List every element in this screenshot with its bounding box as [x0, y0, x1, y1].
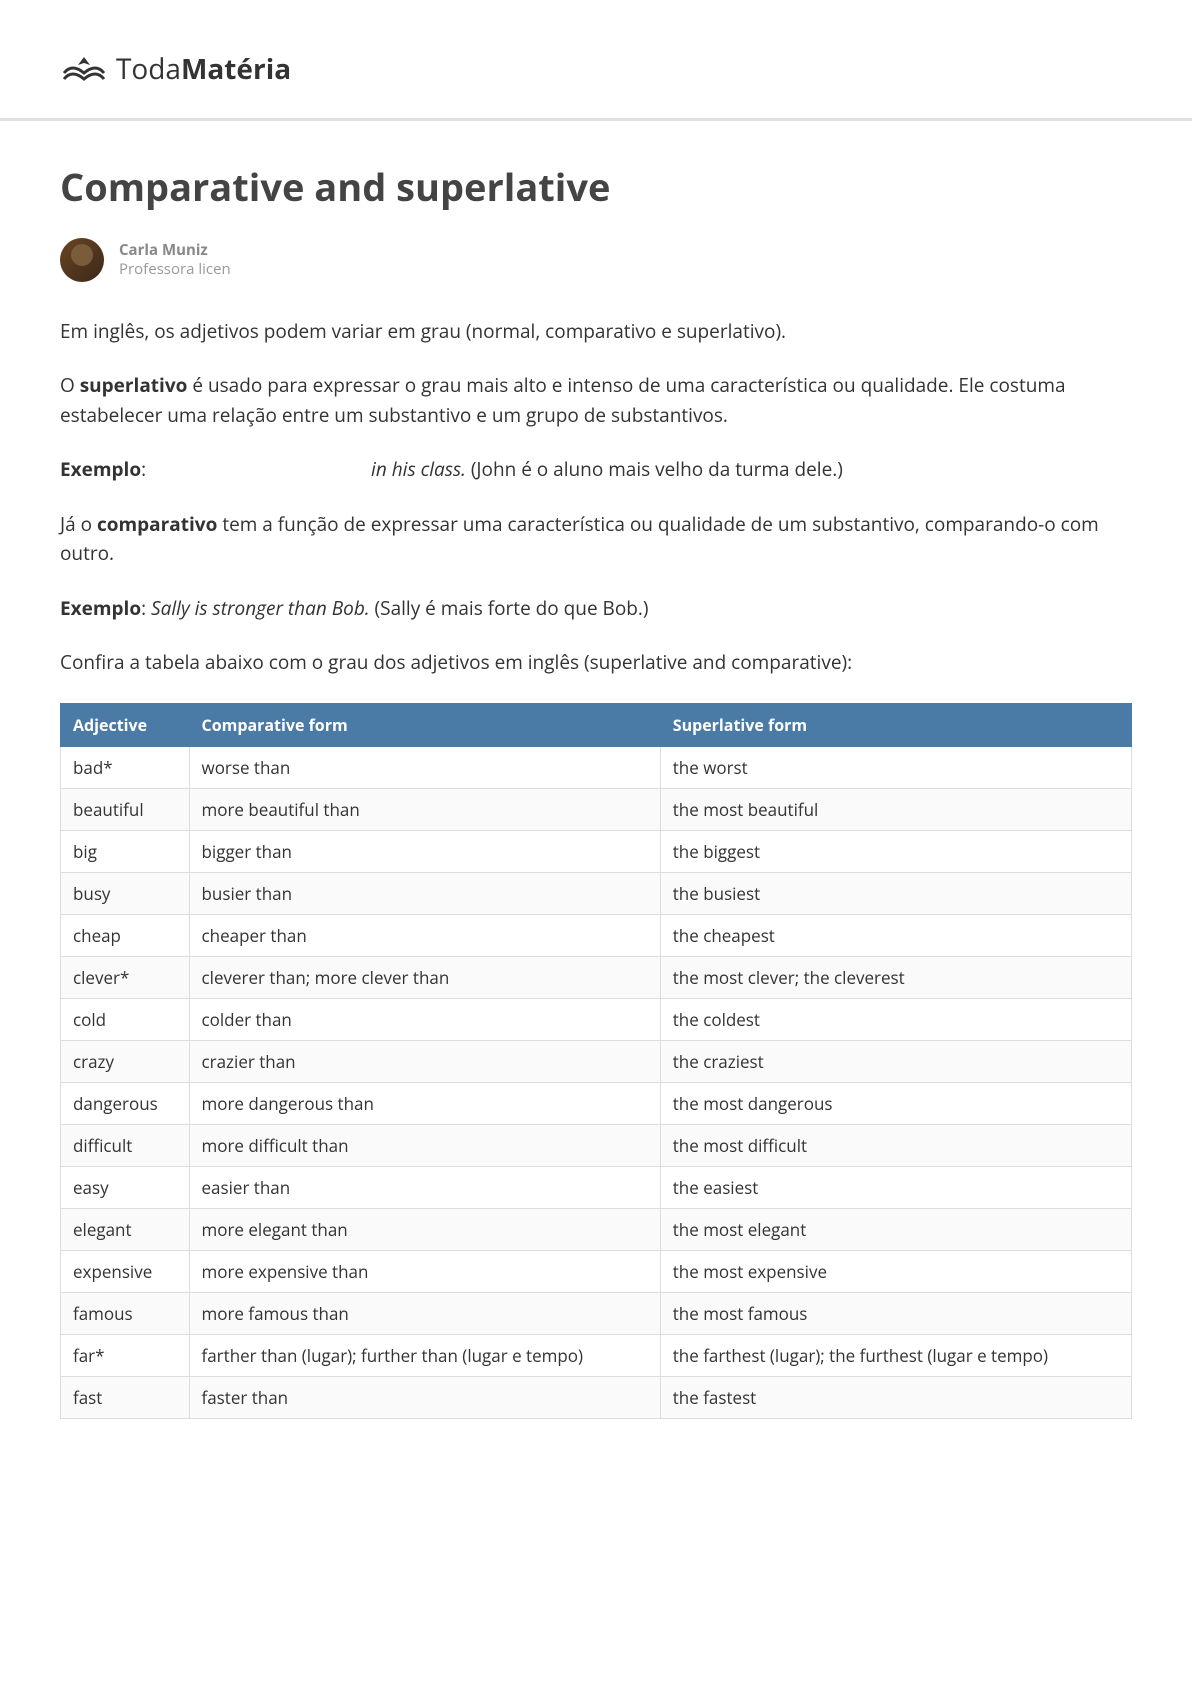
paragraph-example-2: Exemplo: Sally is stronger than Bob. (Sa…	[60, 594, 1132, 623]
cell-adj: cheap	[61, 914, 190, 956]
cell-comp: crazier than	[189, 1040, 660, 1082]
author-block: Carla Muniz Professora licen	[60, 238, 1132, 282]
table-row: far*farther than (lugar); further than (…	[61, 1334, 1132, 1376]
cell-sup: the most expensive	[660, 1250, 1131, 1292]
cell-comp: busier than	[189, 872, 660, 914]
cell-sup: the most famous	[660, 1292, 1131, 1334]
paragraph-superlative: O superlativo é usado para expressar o g…	[60, 371, 1132, 430]
cell-comp: more expensive than	[189, 1250, 660, 1292]
paragraph-intro: Em inglês, os adjetivos podem variar em …	[60, 317, 1132, 346]
cell-sup: the most elegant	[660, 1208, 1131, 1250]
table-row: fastfaster thanthe fastest	[61, 1376, 1132, 1418]
cell-sup: the fastest	[660, 1376, 1131, 1418]
table-row: easyeasier thanthe easiest	[61, 1166, 1132, 1208]
cell-adj: far*	[61, 1334, 190, 1376]
cell-sup: the easiest	[660, 1166, 1131, 1208]
cell-sup: the cheapest	[660, 914, 1131, 956]
table-row: crazycrazier thanthe craziest	[61, 1040, 1132, 1082]
article-content: Comparative and superlative Carla Muniz …	[0, 121, 1192, 1459]
cell-sup: the coldest	[660, 998, 1131, 1040]
avatar[interactable]	[60, 238, 104, 282]
site-header: TodaMatéria	[0, 0, 1192, 121]
cell-sup: the farthest (lugar); the furthest (luga…	[660, 1334, 1131, 1376]
cell-adj: busy	[61, 872, 190, 914]
table-row: elegantmore elegant thanthe most elegant	[61, 1208, 1132, 1250]
table-row: beautifulmore beautiful thanthe most bea…	[61, 788, 1132, 830]
cell-comp: worse than	[189, 746, 660, 788]
cell-comp: cheaper than	[189, 914, 660, 956]
cell-sup: the most dangerous	[660, 1082, 1131, 1124]
table-row: famousmore famous thanthe most famous	[61, 1292, 1132, 1334]
table-row: bad*worse thanthe worst	[61, 746, 1132, 788]
cell-adj: easy	[61, 1166, 190, 1208]
cell-comp: faster than	[189, 1376, 660, 1418]
table-row: expensivemore expensive thanthe most exp…	[61, 1250, 1132, 1292]
cell-adj: bad*	[61, 746, 190, 788]
cell-adj: expensive	[61, 1250, 190, 1292]
table-header-row: Adjective Comparative form Superlative f…	[61, 703, 1132, 746]
th-superlative: Superlative form	[660, 703, 1131, 746]
cell-sup: the most difficult	[660, 1124, 1131, 1166]
cell-adj: crazy	[61, 1040, 190, 1082]
author-name[interactable]: Carla Muniz	[119, 241, 231, 261]
cell-comp: more dangerous than	[189, 1082, 660, 1124]
cell-sup: the busiest	[660, 872, 1131, 914]
cell-adj: dangerous	[61, 1082, 190, 1124]
logo-icon	[60, 53, 108, 85]
cell-adj: cold	[61, 998, 190, 1040]
table-row: difficultmore difficult thanthe most dif…	[61, 1124, 1132, 1166]
page-title: Comparative and superlative	[60, 161, 1132, 213]
cell-comp: bigger than	[189, 830, 660, 872]
cell-comp: more difficult than	[189, 1124, 660, 1166]
th-comparative: Comparative form	[189, 703, 660, 746]
cell-comp: farther than (lugar); further than (luga…	[189, 1334, 660, 1376]
cell-comp: cleverer than; more clever than	[189, 956, 660, 998]
author-role: Professora licen	[119, 260, 231, 280]
th-adjective: Adjective	[61, 703, 190, 746]
cell-comp: colder than	[189, 998, 660, 1040]
cell-adj: beautiful	[61, 788, 190, 830]
cell-sup: the worst	[660, 746, 1131, 788]
cell-comp: more elegant than	[189, 1208, 660, 1250]
cell-comp: easier than	[189, 1166, 660, 1208]
author-info: Carla Muniz Professora licen	[119, 241, 231, 280]
table-row: cheapcheaper thanthe cheapest	[61, 914, 1132, 956]
cell-comp: more famous than	[189, 1292, 660, 1334]
cell-adj: elegant	[61, 1208, 190, 1250]
table-row: dangerousmore dangerous thanthe most dan…	[61, 1082, 1132, 1124]
cell-adj: clever*	[61, 956, 190, 998]
table-row: bigbigger thanthe biggest	[61, 830, 1132, 872]
table-row: coldcolder thanthe coldest	[61, 998, 1132, 1040]
cell-adj: difficult	[61, 1124, 190, 1166]
cell-sup: the most clever; the cleverest	[660, 956, 1131, 998]
paragraph-table-intro: Confira a tabela abaixo com o grau dos a…	[60, 648, 1132, 677]
cell-adj: fast	[61, 1376, 190, 1418]
paragraph-example-1: Exemplo: in his class. (John é o aluno m…	[60, 455, 1132, 484]
cell-sup: the craziest	[660, 1040, 1131, 1082]
table-row: busybusier thanthe busiest	[61, 872, 1132, 914]
cell-adj: famous	[61, 1292, 190, 1334]
cell-comp: more beautiful than	[189, 788, 660, 830]
cell-sup: the most beautiful	[660, 788, 1131, 830]
cell-sup: the biggest	[660, 830, 1131, 872]
table-row: clever*cleverer than; more clever thanth…	[61, 956, 1132, 998]
logo[interactable]: TodaMatéria	[60, 50, 1132, 88]
cell-adj: big	[61, 830, 190, 872]
adjectives-table: Adjective Comparative form Superlative f…	[60, 703, 1132, 1419]
paragraph-comparative: Já o comparativo tem a função de express…	[60, 510, 1132, 569]
logo-text: TodaMatéria	[116, 50, 291, 88]
